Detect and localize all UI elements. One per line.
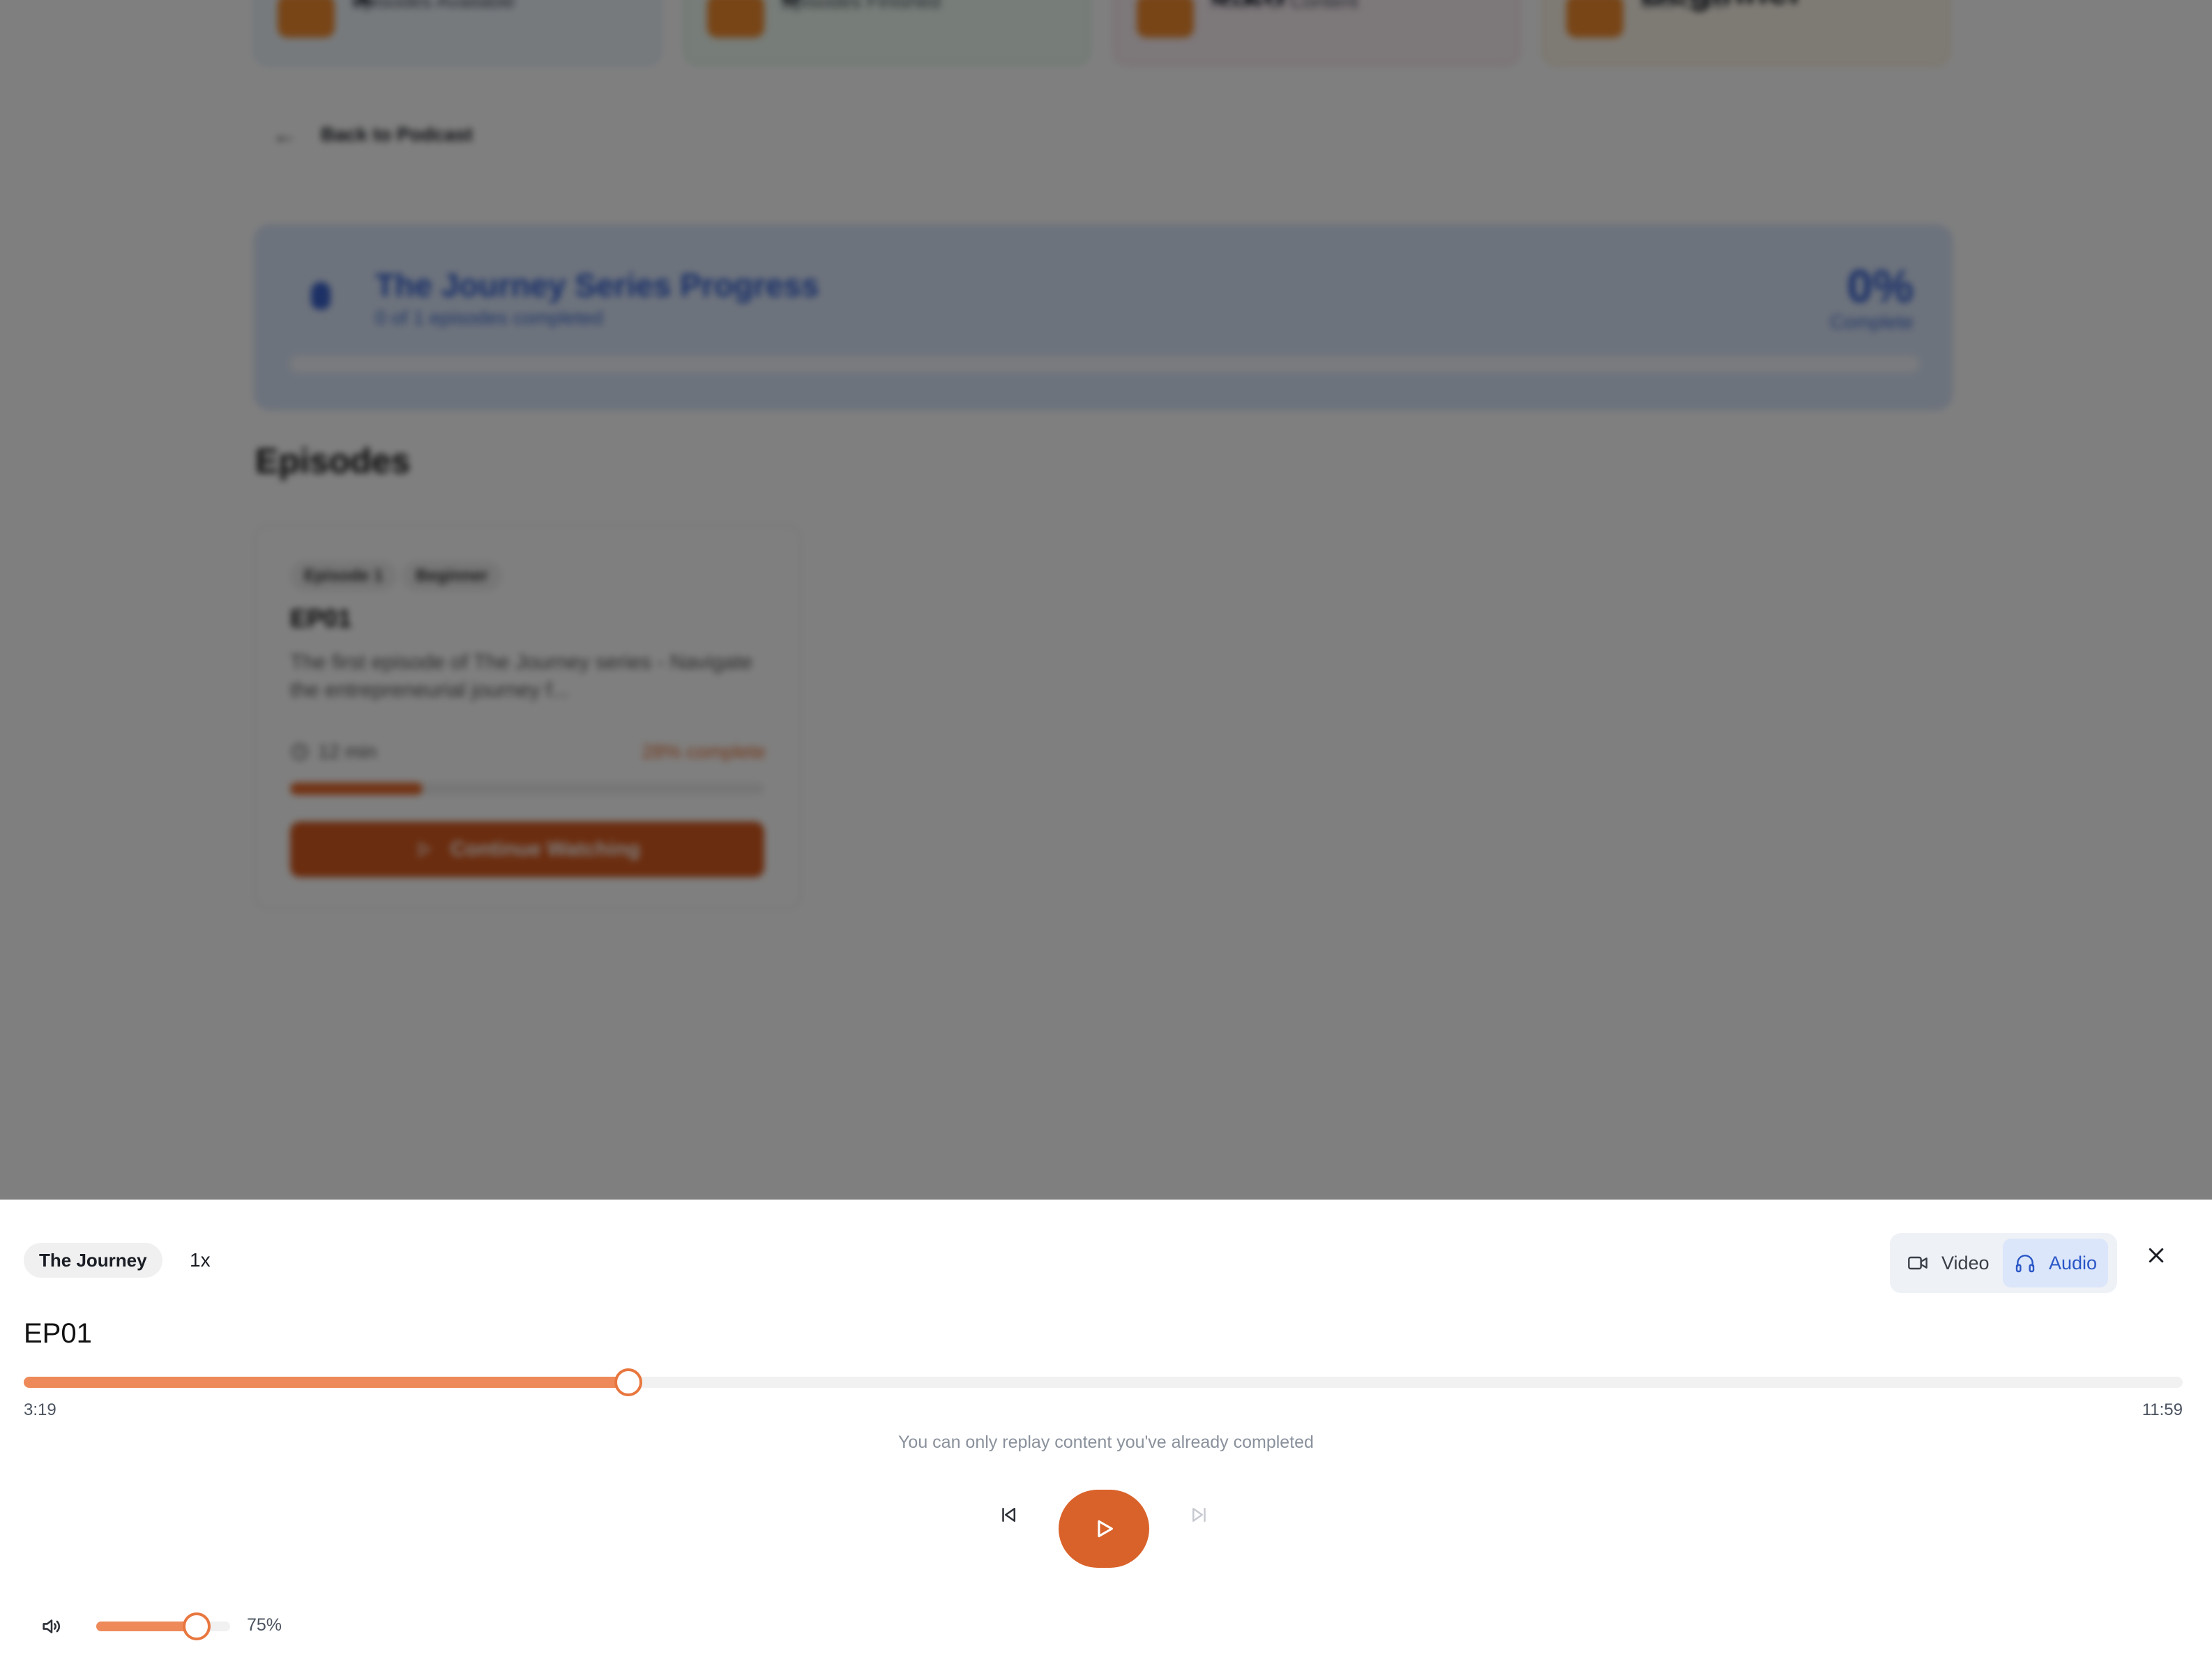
playback-speed-button[interactable]: 1x — [190, 1243, 211, 1278]
volume-button[interactable] — [38, 1612, 66, 1640]
volume-slider-thumb[interactable] — [183, 1612, 211, 1640]
seek-bar[interactable] — [24, 1368, 2183, 1396]
video-camera-icon — [1908, 1256, 1927, 1270]
skip-back-button[interactable] — [992, 1498, 1025, 1532]
close-player-button[interactable] — [2141, 1240, 2172, 1271]
series-name-pill: The Journey — [24, 1243, 162, 1278]
media-player-panel: The Journey 1x Video Audio EP01 3:19 11:… — [0, 1200, 2212, 1678]
time-total: 11:59 — [2142, 1400, 2183, 1419]
play-icon — [1098, 1520, 1113, 1538]
headphones-icon — [2015, 1255, 2035, 1273]
close-icon — [2149, 1248, 2164, 1263]
volume-icon — [43, 1619, 60, 1633]
modal-backdrop[interactable] — [0, 0, 2212, 1200]
video-mode-label: Video — [1941, 1252, 1990, 1273]
audio-mode-button[interactable]: Audio — [2003, 1239, 2109, 1287]
skip-forward-icon — [1192, 1508, 1206, 1522]
episode-title: EP01 — [24, 1318, 92, 1349]
volume-slider-fill — [96, 1622, 197, 1631]
play-button[interactable] — [1059, 1490, 1149, 1568]
video-mode-button[interactable]: Video — [1895, 1239, 2001, 1287]
seek-bar-thumb[interactable] — [614, 1368, 642, 1396]
skip-back-icon — [1002, 1508, 1015, 1522]
volume-slider[interactable] — [96, 1612, 230, 1640]
volume-percent-label: 75% — [247, 1615, 282, 1635]
media-mode-switch: Video Audio — [1890, 1233, 2117, 1293]
skip-forward-button[interactable] — [1183, 1498, 1216, 1532]
time-elapsed: 3:19 — [24, 1400, 56, 1419]
replay-notice: You can only replay content you've alrea… — [898, 1433, 1314, 1452]
seek-bar-fill — [24, 1377, 628, 1388]
audio-mode-label: Audio — [2049, 1252, 2098, 1273]
